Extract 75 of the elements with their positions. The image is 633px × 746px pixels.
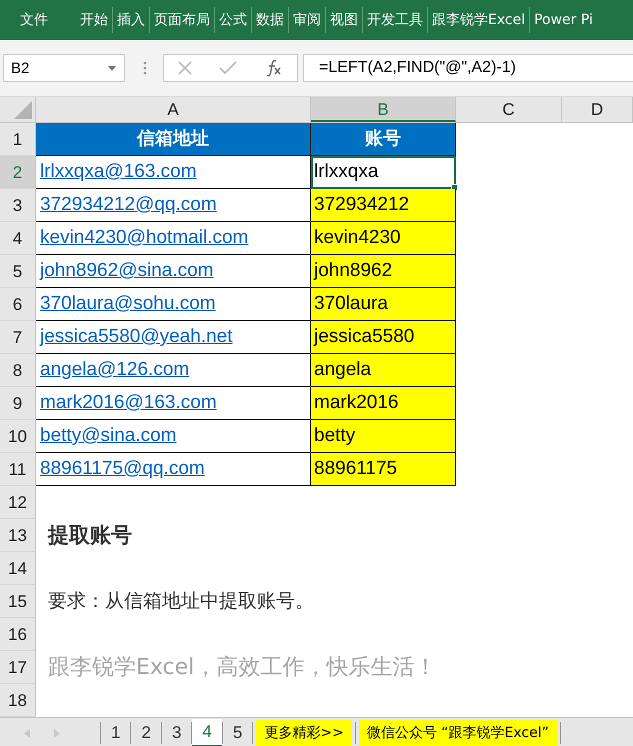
table-cell: betty [311, 420, 456, 453]
ribbon-tab[interactable]: 文件 [16, 11, 52, 29]
sheet-tab[interactable]: 5 [222, 720, 252, 746]
cancel-icon[interactable] [178, 61, 192, 75]
row-header[interactable]: 10 [0, 420, 36, 453]
header-cell: 信箱地址 [36, 123, 311, 156]
row-header[interactable]: 2 [0, 156, 36, 189]
table-cell: mark2016 [311, 387, 456, 420]
ribbon-tab[interactable]: 公式 [215, 11, 251, 29]
table-cell: john8962 [311, 255, 456, 288]
ribbon-tab[interactable]: 插入 [113, 11, 149, 29]
sheet-tab[interactable]: 1 [101, 720, 130, 746]
email-link[interactable]: 370laura@sohu.com [40, 293, 216, 314]
row-header[interactable]: 9 [0, 387, 36, 420]
table-cell: 370laura [311, 288, 456, 321]
formula-field[interactable]: =LEFT(A2,FIND("@",A2)-1) [303, 54, 633, 82]
row-header[interactable]: 12 [0, 486, 36, 519]
email-link[interactable]: 372934212@qq.com [40, 194, 217, 215]
ribbon-tab[interactable]: 跟李锐学Excel [428, 11, 530, 29]
row-header[interactable]: 18 [0, 684, 36, 717]
table-cell: jessica5580 [311, 321, 456, 354]
column-header[interactable]: B [311, 97, 456, 122]
row-header[interactable]: 16 [0, 618, 36, 651]
email-link[interactable]: mark2016@163.com [40, 392, 217, 413]
row-header[interactable]: 8 [0, 354, 36, 387]
row-header[interactable]: 15 [0, 585, 36, 618]
ribbon-tab[interactable]: 开发工具 [363, 11, 427, 29]
row-header[interactable]: 11 [0, 453, 36, 486]
sheet-tab[interactable]: 3 [162, 720, 192, 746]
header-cell: 账号 [311, 123, 456, 156]
sheet-tab[interactable]: 2 [131, 720, 161, 746]
requirement-text: 要求：从信箱地址中提取账号。 [48, 589, 314, 614]
ribbon-tab[interactable]: 开始 [76, 11, 112, 29]
next-sheet-icon[interactable] [54, 728, 60, 738]
dropdown-icon[interactable] [108, 66, 116, 70]
check-icon[interactable] [219, 61, 238, 75]
ribbon-tab[interactable]: 审阅 [289, 11, 325, 29]
email-link[interactable]: john8962@sina.com [40, 260, 214, 281]
promo-tab[interactable]: 微信公众号 “跟李锐学Excel” [358, 720, 557, 746]
email-link[interactable]: angela@126.com [40, 359, 190, 380]
row-header[interactable]: 1 [0, 123, 36, 156]
slogan-text: 跟李锐学Excel，高效工作，快乐生活！ [48, 654, 436, 682]
ribbon-tab[interactable]: 视图 [326, 11, 362, 29]
email-link[interactable]: betty@sina.com [40, 425, 177, 446]
row-header[interactable]: 7 [0, 321, 36, 354]
ribbon-tab[interactable]: 数据 [252, 11, 288, 29]
previous-sheet-icon[interactable] [24, 728, 30, 738]
row-header[interactable]: 14 [0, 552, 36, 585]
drag-handle-icon[interactable] [143, 61, 147, 75]
row-header[interactable]: 3 [0, 189, 36, 222]
name-box[interactable]: B2 [3, 54, 125, 82]
row-header[interactable]: 5 [0, 255, 36, 288]
email-link[interactable]: jessica5580@yeah.net [40, 326, 233, 347]
row-header[interactable]: 13 [0, 519, 36, 552]
column-header[interactable]: D [562, 97, 633, 122]
row-header[interactable]: 17 [0, 651, 36, 684]
table-cell: lrlxxqxa [311, 156, 456, 189]
sheet-title: 提取账号 [48, 522, 132, 549]
promo-tab[interactable]: 更多精彩>> [256, 720, 352, 746]
table-cell: 88961175 [311, 453, 456, 486]
sheet-tab[interactable]: 4 [192, 719, 222, 746]
function-icon[interactable] [265, 59, 284, 77]
row-header[interactable]: 6 [0, 288, 36, 321]
email-link[interactable]: kevin4230@hotmail.com [40, 227, 248, 248]
table-cell: angela [311, 354, 456, 387]
ribbon-tab[interactable]: Power Pi [530, 12, 597, 28]
row-header[interactable]: 4 [0, 222, 36, 255]
table-cell: kevin4230 [311, 222, 456, 255]
table-cell: 372934212 [311, 189, 456, 222]
email-link[interactable]: 88961175@qq.com [40, 458, 205, 479]
cell-reference: B2 [11, 60, 30, 76]
ribbon-tab[interactable]: 页面布局 [150, 11, 214, 29]
email-link[interactable]: lrlxxqxa@163.com [40, 161, 197, 182]
column-header[interactable]: C [456, 97, 562, 122]
select-all-icon[interactable] [14, 101, 32, 119]
